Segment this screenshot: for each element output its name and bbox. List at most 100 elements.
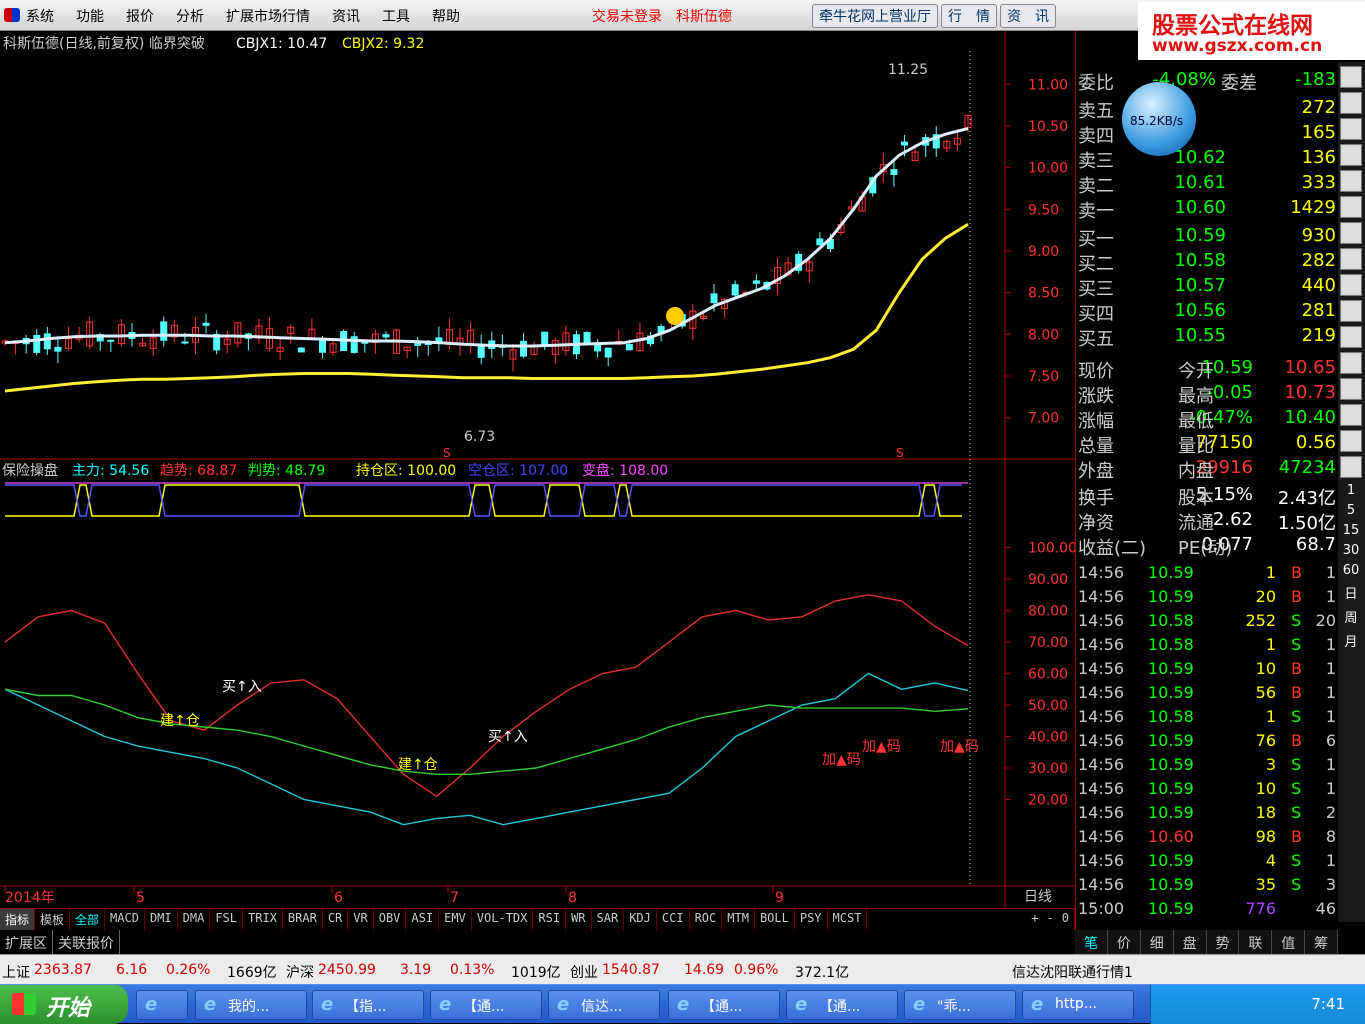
menu-function[interactable]: 功能 bbox=[76, 6, 104, 26]
index-field[interactable]: 1540.87 bbox=[602, 962, 660, 978]
zoom-button[interactable]: + bbox=[1031, 911, 1038, 928]
menu-help[interactable]: 帮助 bbox=[432, 6, 460, 26]
index-field[interactable]: 372.1亿 bbox=[795, 962, 849, 982]
connection-status[interactable]: 信达沈阳联通行情1 bbox=[1012, 962, 1133, 982]
start-button[interactable]: 开始 bbox=[0, 985, 128, 1024]
tab-indicator-OBV[interactable]: OBV bbox=[374, 909, 407, 930]
menu-tools[interactable]: 工具 bbox=[382, 6, 410, 26]
stat-row[interactable]: 收益(二) 0.077 PE(动) 68.7 bbox=[1076, 534, 1336, 559]
stat-row[interactable]: 现价 10.59 今开 10.65 bbox=[1076, 357, 1336, 382]
tab-indicator-VOL-TDX[interactable]: VOL-TDX bbox=[472, 909, 534, 930]
zoom-button[interactable]: - bbox=[1047, 911, 1054, 928]
stat-row[interactable]: 涨跌 -0.05 最高 10.73 bbox=[1076, 382, 1336, 407]
tool-icon[interactable] bbox=[1340, 196, 1362, 218]
tab-indicator-SAR[interactable]: SAR bbox=[592, 909, 625, 930]
menu-quote[interactable]: 报价 bbox=[126, 6, 154, 26]
stat-row[interactable]: 换手 5.15% 股本 2.43亿 bbox=[1076, 484, 1336, 509]
tab-quote-4[interactable]: 势 bbox=[1207, 930, 1240, 954]
index-field[interactable]: 上证 bbox=[2, 962, 30, 982]
index-field[interactable]: 2450.99 bbox=[318, 962, 376, 978]
taskbar-window-button[interactable]: "乖... bbox=[904, 990, 1016, 1020]
trade-status[interactable]: 交易未登录 bbox=[592, 6, 662, 26]
sell-level[interactable]: 卖三 10.62 136 bbox=[1076, 147, 1336, 172]
tab-indicator-PSY[interactable]: PSY bbox=[795, 909, 828, 930]
tool-icon[interactable] bbox=[1340, 352, 1362, 374]
chart-canvas[interactable]: 11.0010.5010.009.509.008.508.007.507.00 … bbox=[0, 31, 1075, 908]
tab-indicator-MCST[interactable]: MCST bbox=[828, 909, 868, 930]
tab-indicator-DMI[interactable]: DMI bbox=[145, 909, 178, 930]
taskbar-window-button[interactable]: 我的... bbox=[195, 990, 307, 1020]
chart-area[interactable]: 11.00 10.50 10.00 9.50 9.00 8.50 8.00 7.50 7.00 … bbox=[0, 31, 1075, 908]
period-button[interactable]: 日 bbox=[1340, 583, 1362, 602]
menu-analysis[interactable]: 分析 bbox=[176, 6, 204, 26]
index-field[interactable]: 0.96% bbox=[734, 962, 778, 978]
taskbar-window-button[interactable]: 信达... bbox=[548, 990, 660, 1020]
taskbar-window-button[interactable]: http... bbox=[1022, 990, 1134, 1020]
index-field[interactable]: 1019亿 bbox=[511, 962, 561, 982]
tab-indicator-CR[interactable]: CR bbox=[323, 909, 349, 930]
period-button[interactable]: 60 bbox=[1340, 563, 1362, 578]
sell-level[interactable]: 卖一 10.60 1429 bbox=[1076, 197, 1336, 222]
tab-indicator-VR[interactable]: VR bbox=[348, 909, 374, 930]
taskbar-window-button[interactable]: 【通... bbox=[430, 990, 542, 1020]
tab-indicator-FSL[interactable]: FSL bbox=[210, 909, 244, 930]
zoom-button[interactable]: 0 bbox=[1062, 911, 1069, 928]
tool-icon[interactable] bbox=[1340, 144, 1362, 166]
clock[interactable]: 7:41 bbox=[1311, 995, 1345, 1013]
tab-indicator-MTM[interactable]: MTM bbox=[722, 909, 755, 930]
index-field[interactable]: 1669亿 bbox=[227, 962, 277, 982]
index-field[interactable]: 14.69 bbox=[684, 962, 724, 978]
tab-indicator-ROC[interactable]: ROC bbox=[690, 909, 723, 930]
period-button[interactable]: 5 bbox=[1340, 503, 1362, 518]
stat-row[interactable]: 总量 77150 量比 0.56 bbox=[1076, 432, 1336, 457]
tool-icon[interactable] bbox=[1340, 456, 1362, 478]
period-button[interactable]: 周 bbox=[1340, 607, 1362, 626]
tab-indicator-EMV[interactable]: EMV bbox=[439, 909, 472, 930]
tool-icon[interactable] bbox=[1340, 430, 1362, 452]
tool-icon[interactable] bbox=[1340, 404, 1362, 426]
index-field[interactable]: 0.13% bbox=[450, 962, 494, 978]
tab-indicator-BOLL[interactable]: BOLL bbox=[755, 909, 795, 930]
tab-indicator-ASI[interactable]: ASI bbox=[406, 909, 440, 930]
tab-indicator-RSI[interactable]: RSI bbox=[533, 909, 567, 930]
tab-quote-5[interactable]: 联 bbox=[1239, 930, 1273, 954]
tool-icon[interactable] bbox=[1340, 222, 1362, 244]
buy-level[interactable]: 买四 10.56 281 bbox=[1076, 300, 1336, 325]
period-label[interactable]: 日线 bbox=[1024, 889, 1052, 905]
menu-extended-market[interactable]: 扩展市场行情 bbox=[226, 6, 310, 26]
tab-indicator-BRAR[interactable]: BRAR bbox=[283, 909, 323, 930]
index-field[interactable]: 0.26% bbox=[166, 962, 210, 978]
buy-level[interactable]: 买五 10.55 219 bbox=[1076, 325, 1336, 350]
tab-online-hall[interactable]: 牵牛花网上营业厅 bbox=[812, 4, 938, 28]
stat-row[interactable]: 外盘 29916 内盘 47234 bbox=[1076, 457, 1336, 482]
tool-icon[interactable] bbox=[1340, 326, 1362, 348]
tab-indicator-CCI[interactable]: CCI bbox=[657, 909, 690, 930]
stat-row[interactable]: 净资 2.62 流通 1.50亿 bbox=[1076, 509, 1336, 534]
buy-level[interactable]: 买三 10.57 440 bbox=[1076, 275, 1336, 300]
tab-indicator-模板[interactable]: 模板 bbox=[35, 909, 71, 930]
taskbar-window-button[interactable]: 【通... bbox=[668, 990, 780, 1020]
sell-level[interactable]: 卖四 165 bbox=[1076, 122, 1336, 147]
index-field[interactable]: 3.19 bbox=[400, 962, 431, 978]
period-button[interactable]: 15 bbox=[1340, 523, 1362, 538]
tab-quote-6[interactable]: 值 bbox=[1272, 930, 1306, 954]
tool-icon[interactable] bbox=[1340, 300, 1362, 322]
tab-quote-3[interactable]: 盘 bbox=[1174, 930, 1207, 954]
tool-icon[interactable] bbox=[1340, 92, 1362, 114]
quicklaunch-icon[interactable] bbox=[136, 990, 188, 1020]
tab-indicator-指标[interactable]: 指标 bbox=[0, 909, 36, 930]
period-button[interactable]: 月 bbox=[1340, 631, 1362, 650]
tab-market[interactable]: 行 情 bbox=[941, 4, 997, 28]
tab-indicator-WR[interactable]: WR bbox=[566, 909, 592, 930]
tab-extension[interactable]: 扩展区 bbox=[0, 930, 53, 954]
tab-quote-7[interactable]: 筹 bbox=[1305, 930, 1338, 954]
buy-level[interactable]: 买二 10.58 282 bbox=[1076, 250, 1336, 275]
sell-level[interactable]: 卖五 272 bbox=[1076, 97, 1336, 122]
tool-icon[interactable] bbox=[1340, 118, 1362, 140]
index-field[interactable]: 沪深 bbox=[286, 962, 314, 982]
sell-level[interactable]: 卖二 10.61 333 bbox=[1076, 172, 1336, 197]
tab-indicator-TRIX[interactable]: TRIX bbox=[243, 909, 283, 930]
index-field[interactable]: 创业 bbox=[570, 962, 598, 982]
tool-icon[interactable] bbox=[1340, 170, 1362, 192]
taskbar-window-button[interactable]: 【通... bbox=[786, 990, 898, 1020]
